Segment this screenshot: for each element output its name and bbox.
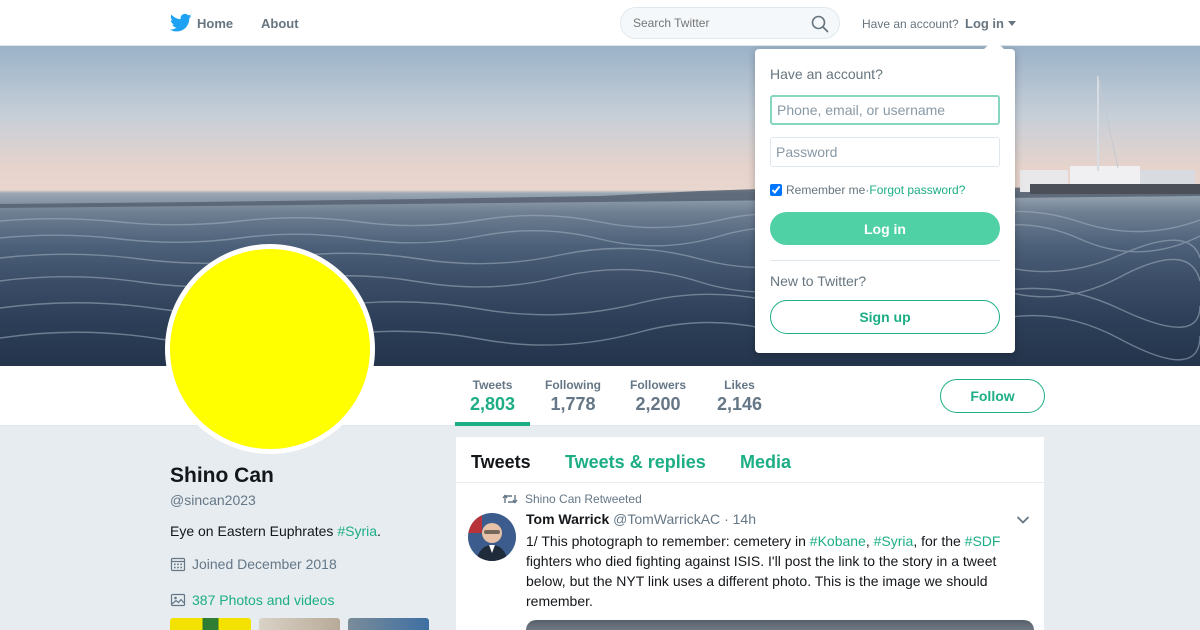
tweet-header: Tom Warrick @TomWarrickAC · 14h xyxy=(526,511,756,527)
search-icon[interactable] xyxy=(811,15,829,33)
remember-me-label[interactable]: Remember me xyxy=(786,183,865,197)
tab-media[interactable]: Media xyxy=(740,452,791,473)
login-dropdown: Have an account? Remember me · Forgot pa… xyxy=(755,39,1015,353)
retweet-icon xyxy=(502,494,518,504)
have-account-text: Have an account? xyxy=(862,17,959,31)
nav-home-link[interactable]: Home xyxy=(197,16,233,31)
nav-about-link[interactable]: About xyxy=(261,16,299,31)
password-field[interactable] xyxy=(770,137,1000,167)
bio-end: . xyxy=(377,523,381,539)
remember-me-checkbox[interactable] xyxy=(770,184,782,196)
joined-date: Joined December 2018 xyxy=(170,556,337,572)
joined-text: Joined December 2018 xyxy=(192,556,337,572)
login-dropdown-title: Have an account? xyxy=(770,66,883,82)
photos-videos-label[interactable]: 387 Photos and videos xyxy=(192,592,334,608)
remember-me-row: Remember me · Forgot password? xyxy=(770,183,965,197)
search-box[interactable] xyxy=(620,7,840,39)
timeline: Tweets Tweets & replies Media Shino Can … xyxy=(456,437,1044,630)
twitter-bird-icon[interactable] xyxy=(170,13,192,33)
follow-button[interactable]: Follow xyxy=(940,379,1045,413)
stat-value: 2,803 xyxy=(470,394,516,414)
tweet-text: 1/ This photograph to remember: cemetery… xyxy=(526,531,1026,611)
tweet-text-part: fighters who died fighting against ISIS.… xyxy=(526,553,997,609)
top-nav: Home About Have an account? Log in xyxy=(0,0,1200,46)
bio-text: Eye on Eastern Euphrates xyxy=(170,523,338,539)
stat-following[interactable]: Following 1,778 xyxy=(545,378,601,415)
tweet-text-part: 1/ This photograph to remember: cemetery… xyxy=(526,533,810,549)
login-menu-toggle[interactable]: Log in xyxy=(965,16,1004,31)
stat-label: Likes xyxy=(724,378,755,392)
stat-followers[interactable]: Followers 2,200 xyxy=(630,378,686,415)
hashtag-link[interactable]: #Kobane xyxy=(810,533,866,549)
username-field[interactable] xyxy=(770,95,1000,125)
divider xyxy=(770,260,1000,261)
tweet-dot-separator: · xyxy=(724,511,733,527)
search-input[interactable] xyxy=(633,16,803,30)
active-stat-underline xyxy=(455,422,530,426)
tweet-media-image[interactable] xyxy=(526,620,1034,630)
chevron-down-icon[interactable] xyxy=(1016,515,1030,525)
profile-handle[interactable]: @sincan2023 xyxy=(170,492,256,508)
retweet-context: Shino Can Retweeted xyxy=(502,492,642,506)
login-button[interactable]: Log in xyxy=(770,212,1000,245)
forgot-password-link[interactable]: Forgot password? xyxy=(869,183,965,197)
avatar[interactable] xyxy=(165,244,375,454)
caret-down-icon[interactable] xyxy=(1008,21,1016,26)
tab-tweets-replies[interactable]: Tweets & replies xyxy=(565,452,706,473)
new-to-twitter-text: New to Twitter? xyxy=(770,273,867,289)
tweet-author-name[interactable]: Tom Warrick xyxy=(526,511,609,527)
photos-videos-link[interactable]: 387 Photos and videos xyxy=(170,592,334,608)
hashtag-link[interactable]: #Syria xyxy=(874,533,914,549)
tweet-timestamp[interactable]: 14h xyxy=(733,511,756,527)
avatar-image xyxy=(170,249,370,449)
profile-name[interactable]: Shino Can xyxy=(170,464,274,488)
stat-tweets[interactable]: Tweets 2,803 xyxy=(470,378,515,415)
tweet-author-handle[interactable]: @TomWarrickAC xyxy=(613,511,720,527)
media-thumbnail[interactable] xyxy=(170,618,251,630)
timeline-tabs: Tweets Tweets & replies Media xyxy=(456,437,1044,483)
stat-value: 2,200 xyxy=(635,394,681,414)
tweet-author-avatar[interactable] xyxy=(468,513,516,561)
tab-tweets[interactable]: Tweets xyxy=(471,452,531,473)
retweeted-by-text[interactable]: Shino Can Retweeted xyxy=(525,492,642,506)
stat-label: Tweets xyxy=(472,378,513,392)
stat-label: Followers xyxy=(630,378,687,392)
signup-button[interactable]: Sign up xyxy=(770,300,1000,334)
stat-value: 1,778 xyxy=(550,394,596,414)
stat-value: 2,146 xyxy=(717,394,763,414)
stat-likes[interactable]: Likes 2,146 xyxy=(717,378,762,415)
bio-hashtag-link[interactable]: #Syria xyxy=(337,523,377,539)
author-photo xyxy=(468,513,516,561)
hashtag-link[interactable]: #SDF xyxy=(965,533,1001,549)
image-icon xyxy=(170,593,186,607)
calendar-icon xyxy=(170,557,186,572)
profile-bio: Eye on Eastern Euphrates #Syria. xyxy=(170,523,381,539)
stat-label: Following xyxy=(545,378,601,392)
media-thumbnail[interactable] xyxy=(348,618,429,630)
tweet-text-part: , for the xyxy=(913,533,965,549)
media-thumbnail[interactable] xyxy=(259,618,340,630)
tweet-text-part: , xyxy=(865,533,874,549)
